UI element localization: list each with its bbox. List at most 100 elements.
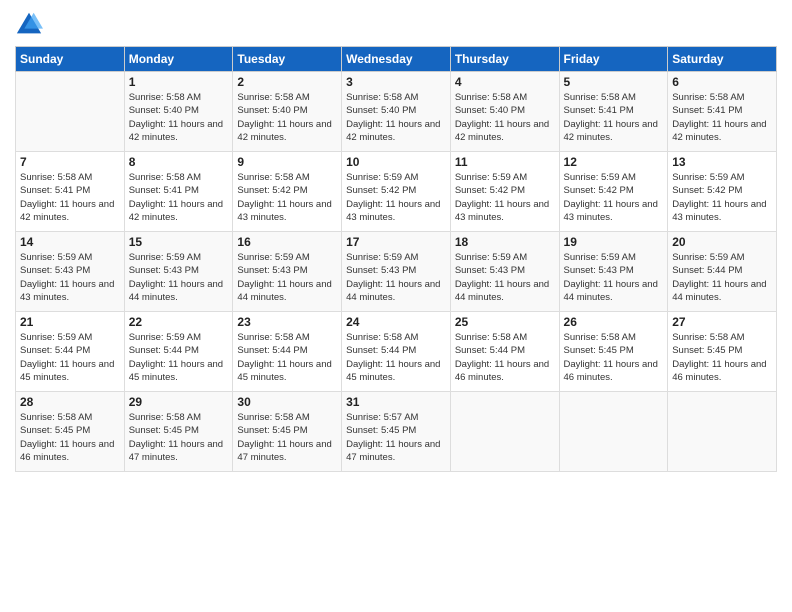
day-info: Sunrise: 5:57 AM Sunset: 5:45 PM Dayligh… <box>346 411 446 464</box>
calendar-cell <box>559 392 668 472</box>
calendar-cell: 13 Sunrise: 5:59 AM Sunset: 5:42 PM Dayli… <box>668 152 777 232</box>
header-cell: Thursday <box>450 47 559 72</box>
day-number: 11 <box>455 155 555 169</box>
day-info: Sunrise: 5:58 AM Sunset: 5:45 PM Dayligh… <box>672 331 772 384</box>
header-area <box>15 10 777 38</box>
day-info: Sunrise: 5:58 AM Sunset: 5:45 PM Dayligh… <box>20 411 120 464</box>
day-number: 16 <box>237 235 337 249</box>
calendar-cell: 11 Sunrise: 5:59 AM Sunset: 5:42 PM Dayli… <box>450 152 559 232</box>
day-info: Sunrise: 5:59 AM Sunset: 5:43 PM Dayligh… <box>129 251 229 304</box>
calendar-cell: 5Sunrise: 5:58 AM Sunset: 5:41 PM Daylig… <box>559 72 668 152</box>
day-info: Sunrise: 5:58 AM Sunset: 5:44 PM Dayligh… <box>346 331 446 384</box>
header-cell: Sunday <box>16 47 125 72</box>
calendar-week-row: 7 Sunrise: 5:58 AM Sunset: 5:41 PM Daylig… <box>16 152 777 232</box>
day-number: 22 <box>129 315 229 329</box>
calendar-cell: 18 Sunrise: 5:59 AM Sunset: 5:43 PM Dayli… <box>450 232 559 312</box>
day-info: Sunrise: 5:58 AM Sunset: 5:41 PM Dayligh… <box>20 171 120 224</box>
day-number: 10 <box>346 155 446 169</box>
calendar-cell: 3 Sunrise: 5:58 AM Sunset: 5:40 PM Daylig… <box>342 72 451 152</box>
day-number: 29 <box>129 395 229 409</box>
day-info: Sunrise: 5:59 AM Sunset: 5:43 PM Dayligh… <box>20 251 120 304</box>
calendar-cell <box>450 392 559 472</box>
day-number: 3 <box>346 75 446 89</box>
day-info: Sunrise: 5:58 AM Sunset: 5:45 PM Dayligh… <box>564 331 664 384</box>
day-info: Sunrise: 5:58 AM Sunset: 5:41 PM Dayligh… <box>129 171 229 224</box>
calendar-cell: 25Sunrise: 5:58 AM Sunset: 5:44 PM Dayli… <box>450 312 559 392</box>
calendar-cell: 15 Sunrise: 5:59 AM Sunset: 5:43 PM Dayli… <box>124 232 233 312</box>
day-number: 13 <box>672 155 772 169</box>
day-number: 21 <box>20 315 120 329</box>
day-number: 24 <box>346 315 446 329</box>
day-number: 18 <box>455 235 555 249</box>
calendar-cell: 6 Sunrise: 5:58 AM Sunset: 5:41 PM Daylig… <box>668 72 777 152</box>
day-number: 28 <box>20 395 120 409</box>
day-number: 23 <box>237 315 337 329</box>
day-info: Sunrise: 5:59 AM Sunset: 5:43 PM Dayligh… <box>346 251 446 304</box>
header-cell: Tuesday <box>233 47 342 72</box>
header-cell: Wednesday <box>342 47 451 72</box>
day-info: Sunrise: 5:58 AM Sunset: 5:44 PM Dayligh… <box>237 331 337 384</box>
calendar-cell: 21Sunrise: 5:59 AM Sunset: 5:44 PM Dayli… <box>16 312 125 392</box>
logo-icon <box>15 10 43 38</box>
header-row: SundayMondayTuesdayWednesdayThursdayFrid… <box>16 47 777 72</box>
day-number: 20 <box>672 235 772 249</box>
calendar-cell <box>16 72 125 152</box>
calendar-cell: 4 Sunrise: 5:58 AM Sunset: 5:40 PM Daylig… <box>450 72 559 152</box>
day-info: Sunrise: 5:58 AM Sunset: 5:45 PM Dayligh… <box>237 411 337 464</box>
header-cell: Monday <box>124 47 233 72</box>
day-number: 5 <box>564 75 664 89</box>
day-info: Sunrise: 5:58 AM Sunset: 5:40 PM Dayligh… <box>455 91 555 144</box>
day-info: Sunrise: 5:58 AM Sunset: 5:40 PM Dayligh… <box>129 91 229 144</box>
calendar-cell: 10 Sunrise: 5:59 AM Sunset: 5:42 PM Dayli… <box>342 152 451 232</box>
calendar-cell: 14 Sunrise: 5:59 AM Sunset: 5:43 PM Dayli… <box>16 232 125 312</box>
calendar-cell: 12Sunrise: 5:59 AM Sunset: 5:42 PM Dayli… <box>559 152 668 232</box>
day-number: 6 <box>672 75 772 89</box>
header-cell: Saturday <box>668 47 777 72</box>
calendar-cell: 16 Sunrise: 5:59 AM Sunset: 5:43 PM Dayli… <box>233 232 342 312</box>
day-number: 4 <box>455 75 555 89</box>
day-info: Sunrise: 5:59 AM Sunset: 5:44 PM Dayligh… <box>129 331 229 384</box>
calendar-cell: 20 Sunrise: 5:59 AM Sunset: 5:44 PM Dayli… <box>668 232 777 312</box>
day-number: 9 <box>237 155 337 169</box>
day-number: 25 <box>455 315 555 329</box>
day-info: Sunrise: 5:59 AM Sunset: 5:43 PM Dayligh… <box>455 251 555 304</box>
day-number: 17 <box>346 235 446 249</box>
calendar-cell: 7 Sunrise: 5:58 AM Sunset: 5:41 PM Daylig… <box>16 152 125 232</box>
calendar-cell: 29Sunrise: 5:58 AM Sunset: 5:45 PM Dayli… <box>124 392 233 472</box>
day-info: Sunrise: 5:59 AM Sunset: 5:43 PM Dayligh… <box>237 251 337 304</box>
day-number: 12 <box>564 155 664 169</box>
calendar-week-row: 1 Sunrise: 5:58 AM Sunset: 5:40 PM Daylig… <box>16 72 777 152</box>
calendar-cell: 9Sunrise: 5:58 AM Sunset: 5:42 PM Daylig… <box>233 152 342 232</box>
calendar-cell: 23 Sunrise: 5:58 AM Sunset: 5:44 PM Dayli… <box>233 312 342 392</box>
day-info: Sunrise: 5:59 AM Sunset: 5:42 PM Dayligh… <box>346 171 446 224</box>
day-number: 8 <box>129 155 229 169</box>
calendar-table: SundayMondayTuesdayWednesdayThursdayFrid… <box>15 46 777 472</box>
calendar-cell: 30 Sunrise: 5:58 AM Sunset: 5:45 PM Dayli… <box>233 392 342 472</box>
day-number: 27 <box>672 315 772 329</box>
day-number: 14 <box>20 235 120 249</box>
calendar-cell: 28 Sunrise: 5:58 AM Sunset: 5:45 PM Dayli… <box>16 392 125 472</box>
calendar-cell: 1 Sunrise: 5:58 AM Sunset: 5:40 PM Daylig… <box>124 72 233 152</box>
calendar-week-row: 21 Sunrise: 5:59 AM Sunset: 5:44 PM Dayli… <box>16 312 777 392</box>
day-info: Sunrise: 5:59 AM Sunset: 5:44 PM Dayligh… <box>672 251 772 304</box>
day-info: Sunrise: 5:59 AM Sunset: 5:42 PM Dayligh… <box>672 171 772 224</box>
header-cell: Friday <box>559 47 668 72</box>
day-info: Sunrise: 5:58 AM Sunset: 5:41 PM Dayligh… <box>672 91 772 144</box>
day-number: 19 <box>564 235 664 249</box>
day-info: Sunrise: 5:58 AM Sunset: 5:40 PM Dayligh… <box>237 91 337 144</box>
day-info: Sunrise: 5:58 AM Sunset: 5:40 PM Dayligh… <box>346 91 446 144</box>
calendar-cell: 19 Sunrise: 5:59 AM Sunset: 5:43 PM Dayli… <box>559 232 668 312</box>
calendar-cell: 26 Sunrise: 5:58 AM Sunset: 5:45 PM Dayli… <box>559 312 668 392</box>
day-number: 7 <box>20 155 120 169</box>
calendar-cell <box>668 392 777 472</box>
day-info: Sunrise: 5:59 AM Sunset: 5:43 PM Dayligh… <box>564 251 664 304</box>
calendar-week-row: 28 Sunrise: 5:58 AM Sunset: 5:45 PM Dayli… <box>16 392 777 472</box>
day-info: Sunrise: 5:59 AM Sunset: 5:42 PM Dayligh… <box>455 171 555 224</box>
day-number: 15 <box>129 235 229 249</box>
day-number: 1 <box>129 75 229 89</box>
calendar-cell: 8 Sunrise: 5:58 AM Sunset: 5:41 PM Daylig… <box>124 152 233 232</box>
day-number: 30 <box>237 395 337 409</box>
calendar-cell: 27 Sunrise: 5:58 AM Sunset: 5:45 PM Dayli… <box>668 312 777 392</box>
day-number: 26 <box>564 315 664 329</box>
calendar-cell: 31Sunrise: 5:57 AM Sunset: 5:45 PM Dayli… <box>342 392 451 472</box>
